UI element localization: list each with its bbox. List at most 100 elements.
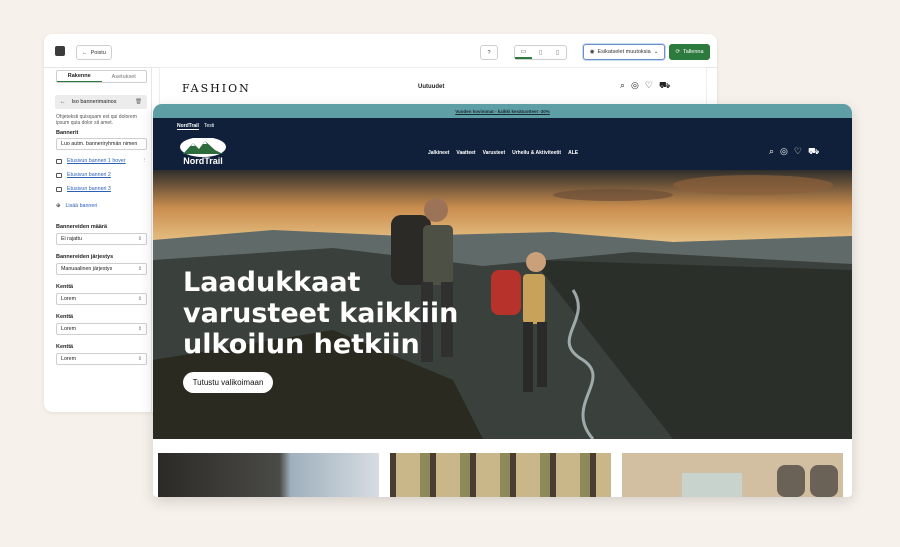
field-select[interactable]: Lorem ⇕ [56, 353, 147, 365]
chevron-updown-icon: ⇕ [137, 356, 142, 362]
store-nav: Jalkineet Vaatteet Varusteet Urheilu & A… [428, 150, 578, 156]
chevron-updown-icon: ⇕ [137, 236, 142, 242]
mobile-icon[interactable]: ▯ [549, 46, 566, 59]
exit-label: Poistu [90, 49, 106, 56]
field-label: Kenttä [56, 314, 74, 320]
chevron-down-icon: ⌄ [653, 49, 659, 55]
banner-item[interactable]: Etusivun banneri 2 [56, 169, 147, 181]
store-header: NordTrail Testi NordTrail Jalkineet Vaat… [153, 118, 852, 170]
nav-link-clothing[interactable]: Vaatteet [456, 150, 475, 156]
banner-icon [56, 172, 62, 178]
exit-button[interactable]: ← Poistu [76, 45, 112, 60]
tab-structure[interactable]: Rakenne [57, 71, 102, 82]
sidebar-tabs: Rakenne Asetukset [56, 70, 147, 83]
section-title: Iso bannerimainos [71, 99, 117, 105]
nav-link-sports[interactable]: Urheilu & Aktiviteetit [512, 150, 561, 156]
boot-item [810, 465, 838, 497]
banner-icon [56, 186, 62, 192]
chevron-updown-icon: ⇕ [137, 296, 142, 302]
add-banner-button[interactable]: ⊕ Lisää banneri [56, 200, 147, 212]
section-description: Ohjeteksti quisquam est qui dolorem ipsu… [56, 114, 137, 126]
banner-link[interactable]: Etusivun banneri 2 [67, 172, 111, 178]
field-label: Kenttä [56, 284, 74, 290]
store-icon-group: ⌕ ◎ ♡ ⛟ [769, 146, 819, 158]
field-label: Bannereiden järjestys [56, 254, 114, 260]
preview-label: Esikatselet muutoksia [597, 49, 651, 55]
select-value: Lorem [61, 326, 77, 332]
preview-dropdown[interactable]: ◉ Esikatselet muutoksia ⌄ [583, 44, 665, 60]
hero-title-line: Laadukkaat [183, 267, 361, 298]
fashion-nav-link[interactable]: Uutuudet [418, 84, 444, 90]
hero-banner[interactable]: Laadukkaat varusteet kaikkiin ulkoilun h… [153, 170, 852, 439]
help-icon: ? [487, 49, 491, 56]
fashion-icon-group: ⌕ ◎ ♡ ⛟ [620, 80, 670, 92]
device-switcher: ▭ ▯ ▯ [514, 45, 567, 60]
tablet-icon[interactable]: ▯ [532, 46, 549, 59]
save-button[interactable]: ⟳ Tallenna [669, 44, 710, 60]
nav-link-gear[interactable]: Varusteet [483, 150, 506, 156]
plus-circle-icon: ⊕ [56, 203, 61, 209]
tab-settings[interactable]: Asetukset [102, 71, 147, 82]
hero-title-line: varusteet kaikkiin [183, 298, 459, 329]
fashion-preview-header: FASHION Uutuudet ⌕ ◎ ♡ ⛟ [159, 67, 707, 105]
banner-group-select[interactable]: Luo autm. banneriryhmän nimen [56, 138, 147, 150]
eye-icon: ◉ [589, 49, 595, 55]
nav-link-sale[interactable]: ALE [568, 150, 578, 156]
hero-cta-button[interactable]: Tutustu valikoimaan [183, 372, 273, 393]
banner-link[interactable]: Etusivun banneri 1 hover [67, 158, 126, 164]
heart-icon[interactable]: ♡ [794, 146, 802, 158]
arrow-left-icon: ← [82, 49, 88, 56]
save-icon: ⟳ [675, 49, 681, 55]
banner-icon [56, 158, 62, 164]
field-label: Bannereiden määrä [56, 224, 108, 230]
store-tab-test[interactable]: Testi [204, 123, 214, 130]
map-item [682, 473, 742, 497]
user-icon[interactable]: ◎ [780, 146, 788, 158]
banner-count-select[interactable]: Ei rajattu ⇕ [56, 233, 147, 245]
banner-item[interactable]: Etusivun banneri 1 hover ⋮ [56, 155, 147, 167]
product-card-image[interactable] [158, 453, 379, 497]
announcement-bar[interactable]: Vuoden kovimmat - kaikki kesätuotteet -3… [153, 104, 852, 118]
editor-toolbar: ← Poistu ? ▭ ▯ ▯ ◉ Esikatselet muutoksia… [44, 34, 717, 68]
app-logo-icon [55, 46, 65, 56]
nav-link-footwear[interactable]: Jalkineet [428, 150, 449, 156]
search-icon[interactable]: ⌕ [769, 146, 774, 158]
field-label: Kenttä [56, 344, 74, 350]
banner-item[interactable]: Etusivun banneri 3 [56, 183, 147, 195]
select-value: Lorem [61, 296, 77, 302]
add-banner-label: Lisää banneri [65, 203, 98, 209]
desktop-icon[interactable]: ▭ [515, 46, 532, 59]
section-header[interactable]: ← Iso bannerimainos 🗑 [55, 95, 147, 109]
arrow-left-icon[interactable]: ← [60, 99, 66, 105]
heart-icon[interactable]: ♡ [645, 80, 653, 92]
banner-link[interactable]: Etusivun banneri 3 [67, 186, 111, 192]
chevron-updown-icon: ⇕ [137, 266, 142, 272]
user-icon[interactable]: ◎ [631, 80, 639, 92]
search-icon[interactable]: ⌕ [620, 80, 625, 92]
product-card-image[interactable] [622, 453, 843, 497]
chevron-updown-icon: ⇕ [137, 326, 142, 332]
banner-group-value: Luo autm. banneriryhmän nimen [61, 141, 138, 147]
store-preview: Vuoden kovimmat - kaikki kesätuotteet -3… [153, 104, 852, 497]
hero-title-line: ulkoilun hetkiin [183, 329, 420, 360]
logo-text: NordTrail [183, 156, 223, 166]
drag-handle-icon[interactable]: ⋮ [142, 158, 147, 164]
product-card-image[interactable] [390, 453, 611, 497]
store-switcher: NordTrail Testi [177, 123, 214, 130]
hero-title: Laadukkaat varusteet kaikkiin ulkoilun h… [183, 267, 463, 360]
select-value: Lorem [61, 356, 77, 362]
boot-item [777, 465, 805, 497]
trash-icon[interactable]: 🗑 [135, 99, 142, 105]
field-select[interactable]: Lorem ⇕ [56, 293, 147, 305]
fashion-logo[interactable]: FASHION [182, 82, 251, 95]
select-value: Ei rajattu [61, 236, 82, 242]
nordtrail-logo[interactable]: NordTrail [179, 138, 227, 166]
store-tab-nordtrail[interactable]: NordTrail [177, 123, 199, 130]
cart-icon[interactable]: ⛟ [808, 146, 819, 158]
banner-order-select[interactable]: Manuaalinen järjestys ⇕ [56, 263, 147, 275]
banners-label: Bannerit [56, 130, 79, 136]
field-select[interactable]: Lorem ⇕ [56, 323, 147, 335]
help-button[interactable]: ? [480, 45, 498, 60]
select-value: Manuaalinen järjestys [61, 266, 113, 272]
cart-icon[interactable]: ⛟ [659, 80, 670, 92]
